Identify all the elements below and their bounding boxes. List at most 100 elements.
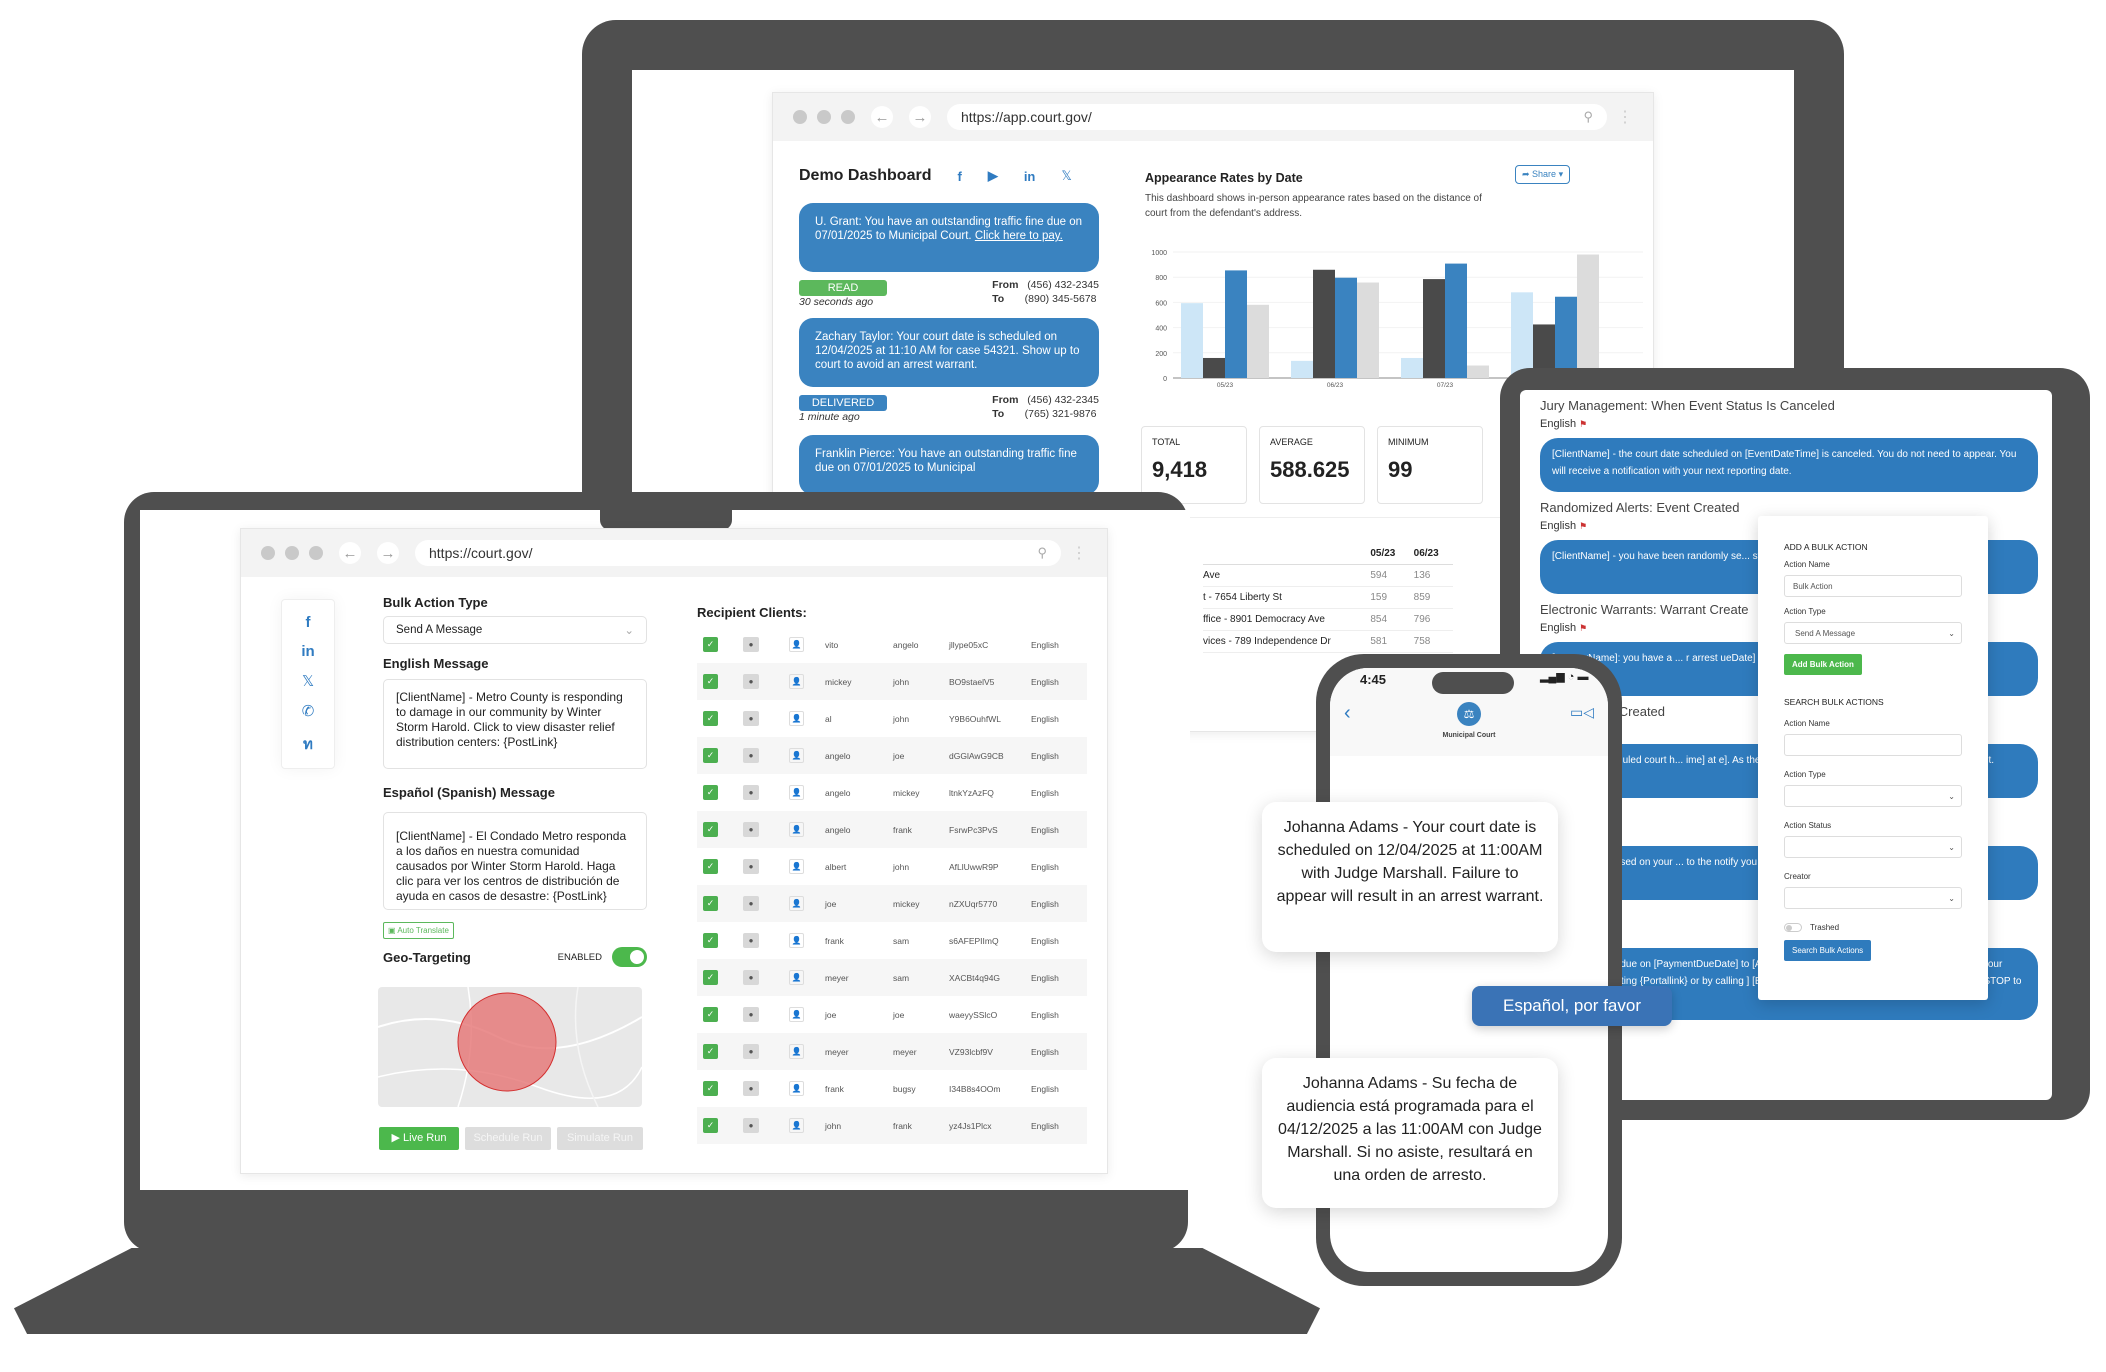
recipient-checkbox[interactable]: ✓ xyxy=(703,711,718,726)
recipient-checkbox[interactable]: ✓ xyxy=(703,970,718,985)
message-icon[interactable]: ● xyxy=(743,748,759,763)
message-icon[interactable]: ● xyxy=(743,1118,759,1133)
cell: 136 xyxy=(1413,570,1431,581)
pay-link[interactable]: Click here to pay. xyxy=(975,230,1063,242)
message-icon[interactable]: ● xyxy=(743,1007,759,1022)
last-name: meyer xyxy=(893,1046,917,1057)
recipient-checkbox[interactable]: ✓ xyxy=(703,896,718,911)
geo-radius-circle[interactable] xyxy=(457,992,557,1092)
x-icon[interactable]: 𝕏 xyxy=(302,672,314,690)
message-icon[interactable]: ● xyxy=(743,822,759,837)
facebook-icon[interactable]: f xyxy=(306,614,311,631)
action-type-select[interactable]: Send A Message ⌄ xyxy=(1784,622,1962,644)
geo-targeting-map[interactable] xyxy=(378,987,642,1107)
contact-name: Municipal Court xyxy=(1442,732,1496,739)
message-icon[interactable]: ● xyxy=(743,637,759,652)
linkedin-icon[interactable]: in xyxy=(301,643,314,660)
recipient-checkbox[interactable]: ✓ xyxy=(703,933,718,948)
recipient-checkbox[interactable]: ✓ xyxy=(703,674,718,689)
bar xyxy=(1467,365,1489,378)
creator-select[interactable]: ⌄ xyxy=(1784,887,1962,909)
recipient-checkbox[interactable]: ✓ xyxy=(703,1118,718,1133)
recipient-checkbox[interactable]: ✓ xyxy=(703,1081,718,1096)
spanish-message-textarea[interactable]: [ClientName] - El Condado Metro responda… xyxy=(383,812,647,910)
message-icon[interactable]: ● xyxy=(743,711,759,726)
nextdoor-icon[interactable]: ท xyxy=(303,732,313,756)
avatar-icon: 👤 xyxy=(789,637,804,652)
search-action-type-select[interactable]: ⌄ xyxy=(1784,785,1962,807)
recipient-checkbox[interactable]: ✓ xyxy=(703,637,718,652)
last-name: john xyxy=(893,676,910,687)
forward-arrow-icon[interactable]: → xyxy=(909,106,931,128)
message-icon[interactable]: ● xyxy=(743,1044,759,1059)
recipient-checkbox[interactable]: ✓ xyxy=(703,1007,718,1022)
y-tick-label: 200 xyxy=(1155,351,1167,358)
message-icon[interactable]: ● xyxy=(743,896,759,911)
address-bar[interactable]: https://app.court.gov/ ⚲ xyxy=(947,104,1607,130)
english-message-textarea[interactable]: [ClientName] - Metro County is respondin… xyxy=(383,679,647,769)
message-icon[interactable]: ● xyxy=(743,933,759,948)
first-name: al xyxy=(825,713,832,724)
recipient-checkbox[interactable]: ✓ xyxy=(703,1044,718,1059)
back-arrow-icon[interactable]: ← xyxy=(339,542,361,564)
window-minimize-dot[interactable] xyxy=(817,110,831,124)
live-run-button[interactable]: ▶ Live Run xyxy=(379,1127,459,1150)
bulk-action-type-select[interactable]: Send A Message ⌄ xyxy=(383,616,647,644)
scales-of-justice-avatar: ⚖ xyxy=(1457,702,1481,726)
last-name: angelo xyxy=(893,639,919,650)
schedule-run-button[interactable]: Schedule Run xyxy=(465,1127,551,1150)
action-name-input[interactable]: Bulk Action xyxy=(1784,575,1962,597)
linkedin-icon[interactable]: in xyxy=(1024,169,1036,184)
window-close-dot[interactable] xyxy=(793,110,807,124)
search-icon[interactable]: ⚲ xyxy=(1037,545,1047,561)
add-bulk-action-button[interactable]: Add Bulk Action xyxy=(1784,654,1862,675)
recipient-row: ✓ ● 👤 angelo frank FsrwPc3PvS English xyxy=(697,811,1087,848)
search-bulk-actions-button[interactable]: Search Bulk Actions xyxy=(1784,940,1872,961)
x-icon[interactable]: 𝕏 xyxy=(1061,168,1071,184)
stat-cards: TOTAL 9,418 AVERAGE 588.625 MINIMUM 99 xyxy=(1141,426,1483,504)
message-icon[interactable]: ● xyxy=(743,1081,759,1096)
auto-translate-button[interactable]: ▣ Auto Translate xyxy=(383,922,454,939)
last-name: bugsy xyxy=(893,1083,916,1094)
kebab-menu-icon[interactable]: ⋮ xyxy=(1071,543,1087,563)
back-arrow-icon[interactable]: ← xyxy=(871,106,893,128)
incoming-message-spanish: Johanna Adams - Su fecha de audiencia es… xyxy=(1262,1058,1558,1208)
message-icon[interactable]: ● xyxy=(743,785,759,800)
table-row: vices - 789 Independence Dr 581 758 xyxy=(1203,631,1453,653)
action-status-select[interactable]: ⌄ xyxy=(1784,836,1962,858)
address-bar[interactable]: https://court.gov/ ⚲ xyxy=(415,540,1061,566)
window-close-dot[interactable] xyxy=(261,546,275,560)
x-tick-label: 06/23 xyxy=(1327,382,1344,389)
client-language: English xyxy=(1031,898,1059,909)
kebab-menu-icon[interactable]: ⋮ xyxy=(1617,107,1633,127)
recipient-checkbox[interactable]: ✓ xyxy=(703,748,718,763)
video-call-icon[interactable]: ▭◁ xyxy=(1570,704,1594,721)
message-icon[interactable]: ● xyxy=(743,859,759,874)
search-action-name-input[interactable] xyxy=(1784,734,1962,756)
window-maximize-dot[interactable] xyxy=(841,110,855,124)
recipient-checkbox[interactable]: ✓ xyxy=(703,822,718,837)
facebook-icon[interactable]: f xyxy=(957,169,961,184)
message-icon[interactable]: ● xyxy=(743,674,759,689)
share-button[interactable]: ➦ Share ▾ xyxy=(1515,165,1571,184)
chevron-down-icon: ⌄ xyxy=(1948,791,1955,801)
window-maximize-dot[interactable] xyxy=(309,546,323,560)
youtube-icon[interactable]: ▶ xyxy=(988,168,998,184)
trashed-toggle[interactable] xyxy=(1784,923,1802,932)
status-badge: READ xyxy=(799,280,887,296)
window-minimize-dot[interactable] xyxy=(285,546,299,560)
simulate-run-button[interactable]: Simulate Run xyxy=(557,1127,643,1150)
back-chevron-icon[interactable]: ‹ xyxy=(1344,702,1351,725)
recipient-checkbox[interactable]: ✓ xyxy=(703,859,718,874)
geo-targeting-toggle[interactable] xyxy=(612,947,647,967)
recipient-row: ✓ ● 👤 albert john AfLlUwwR9P English xyxy=(697,848,1087,885)
first-name: meyer xyxy=(825,1046,849,1057)
recipient-checkbox[interactable]: ✓ xyxy=(703,785,718,800)
search-icon[interactable]: ⚲ xyxy=(1583,109,1593,125)
message-icon[interactable]: ● xyxy=(743,970,759,985)
forward-arrow-icon[interactable]: → xyxy=(377,542,399,564)
client-language: English xyxy=(1031,935,1059,946)
whatsapp-icon[interactable]: ✆ xyxy=(302,702,315,720)
status-time: 4:45 xyxy=(1360,672,1387,687)
first-name: angelo xyxy=(825,750,851,761)
